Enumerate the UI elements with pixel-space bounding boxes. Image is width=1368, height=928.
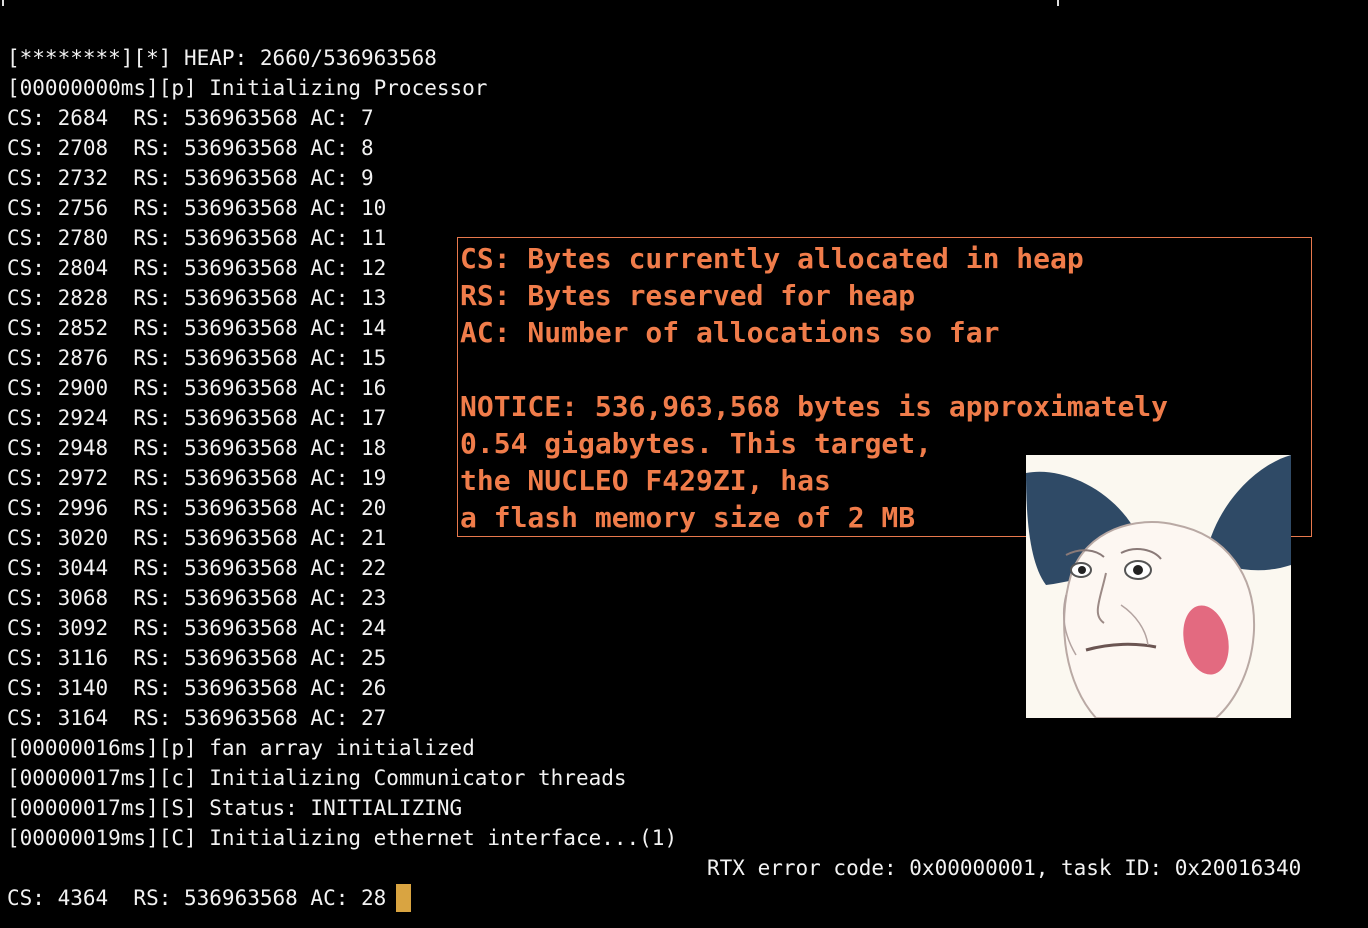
log-line: [00000019ms][C] Initializing ethernet in… — [7, 826, 678, 850]
terminal-window[interactable]: [********][*] HEAP: 2660/536963568 [00000… — [0, 0, 1368, 928]
log-line: CS: 2756 RS: 536963568 AC: 10 — [7, 196, 387, 220]
rtx-error-line: RTX error code: 0x00000001, task ID: 0x2… — [707, 856, 1302, 880]
log-line: [00000017ms][S] Status: INITIALIZING — [7, 796, 463, 820]
log-line: CS: 3092 RS: 536963568 AC: 24 — [7, 616, 387, 640]
log-line: CS: 3044 RS: 536963568 AC: 22 — [7, 556, 387, 580]
log-line: CS: 2708 RS: 536963568 AC: 8 — [7, 136, 374, 160]
log-line: [********][*] HEAP: 2660/536963568 — [7, 46, 437, 70]
log-line: CS: 3116 RS: 536963568 AC: 25 — [7, 646, 387, 670]
log-line: CS: 3068 RS: 536963568 AC: 23 — [7, 586, 387, 610]
legend-cs: CS: Bytes currently allocated in heap — [460, 242, 1084, 275]
log-line: [00000000ms][p] Initializing Processor — [7, 76, 488, 100]
prompt-line[interactable]: CS: 4364 RS: 536963568 AC: 28 — [7, 883, 412, 913]
log-line: CS: 2732 RS: 536963568 AC: 9 — [7, 166, 374, 190]
log-line: CS: 3164 RS: 536963568 AC: 27 — [7, 706, 387, 730]
legend-rs: RS: Bytes reserved for heap — [460, 279, 916, 312]
log-line: CS: 3140 RS: 536963568 AC: 26 — [7, 676, 387, 700]
log-line: CS: 2684 RS: 536963568 AC: 7 — [7, 106, 374, 130]
meme-face-image — [1026, 455, 1291, 718]
final-heap-stats: CS: 4364 RS: 536963568 AC: 28 — [7, 886, 387, 910]
top-edge-marks — [0, 0, 1368, 6]
terminal-cursor — [396, 884, 412, 912]
log-line: [00000016ms][p] fan array initialized — [7, 736, 475, 760]
log-line: [00000017ms][c] Initializing Communicato… — [7, 766, 627, 790]
notice-line: NOTICE: 536,963,568 bytes is approximate… — [460, 390, 1169, 423]
legend-ac: AC: Number of allocations so far — [460, 316, 1000, 349]
